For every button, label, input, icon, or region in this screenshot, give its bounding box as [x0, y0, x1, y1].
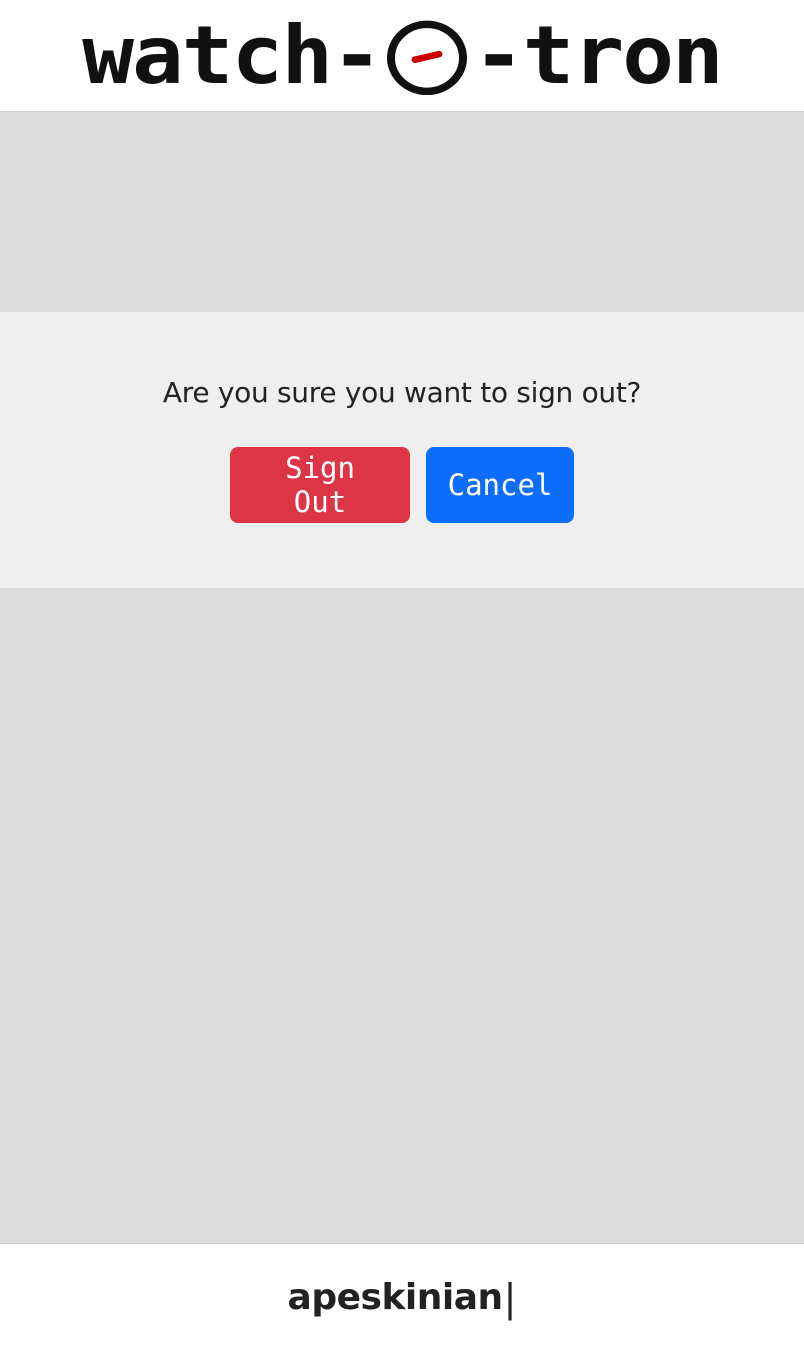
- dialog-actions: Sign Out Cancel: [230, 447, 574, 523]
- dialog-message: Are you sure you want to sign out?: [162, 376, 642, 409]
- app-footer: apeskinian |: [0, 1243, 804, 1355]
- sign-out-button[interactable]: Sign Out: [230, 447, 410, 523]
- logo-text-left: watch-: [82, 8, 383, 102]
- cancel-button[interactable]: Cancel: [426, 447, 574, 523]
- clock-icon: [385, 18, 469, 96]
- main-content: Are you sure you want to sign out? Sign …: [0, 113, 804, 1243]
- app-logo[interactable]: watch- -tron: [82, 8, 724, 102]
- username-label: apeskinian: [287, 1277, 504, 1318]
- logo-text-right: -tron: [472, 8, 724, 102]
- sign-out-dialog: Are you sure you want to sign out? Sign …: [0, 312, 804, 588]
- app-header: watch- -tron: [0, 0, 804, 112]
- text-cursor: |: [503, 1275, 517, 1320]
